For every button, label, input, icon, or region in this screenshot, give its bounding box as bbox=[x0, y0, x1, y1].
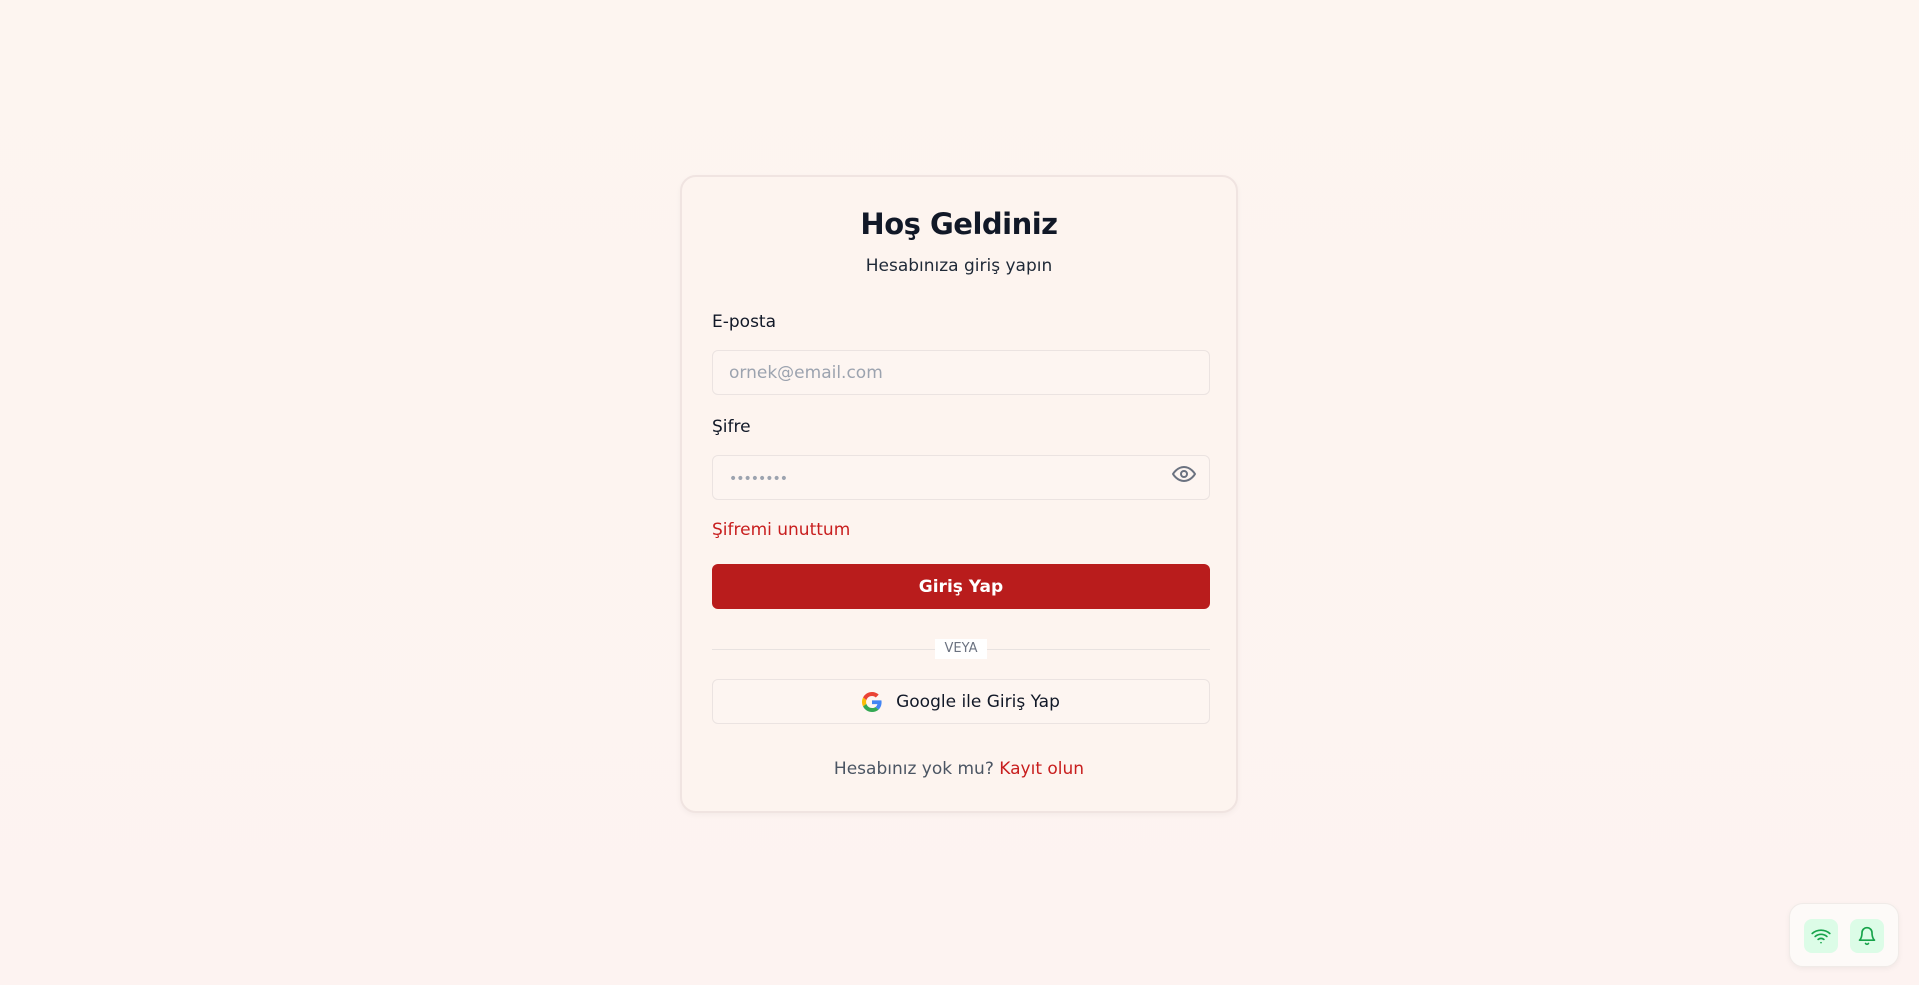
page-title: Hoş Geldiniz bbox=[860, 207, 1058, 241]
status-widget bbox=[1789, 903, 1899, 967]
page-subtitle: Hesabınıza giriş yapın bbox=[865, 256, 1053, 276]
forgot-password-link[interactable]: Şifremi unuttum bbox=[712, 520, 850, 540]
email-label: E-posta bbox=[712, 312, 777, 332]
wifi-button[interactable] bbox=[1804, 919, 1838, 953]
register-prompt: Hesabınız yok mu? Kayıt olun bbox=[682, 759, 1236, 779]
google-icon bbox=[862, 691, 882, 712]
notifications-button[interactable] bbox=[1850, 919, 1884, 953]
login-card: Hoş Geldiniz Hesabınıza giriş yapın E-po… bbox=[680, 175, 1238, 813]
email-field[interactable] bbox=[712, 350, 1210, 395]
login-button[interactable]: Giriş Yap bbox=[712, 564, 1210, 609]
register-link[interactable]: Kayıt olun bbox=[999, 759, 1084, 779]
wifi-icon bbox=[1811, 926, 1831, 946]
google-login-button[interactable]: Google ile Giriş Yap bbox=[712, 679, 1210, 724]
divider-text: VEYA bbox=[935, 639, 987, 659]
eye-icon[interactable] bbox=[1170, 462, 1198, 486]
no-account-text: Hesabınız yok mu? bbox=[833, 759, 994, 779]
google-login-label: Google ile Giriş Yap bbox=[896, 691, 1060, 712]
bell-icon bbox=[1857, 926, 1877, 946]
password-label: Şifre bbox=[712, 417, 751, 437]
password-field[interactable] bbox=[712, 455, 1210, 500]
